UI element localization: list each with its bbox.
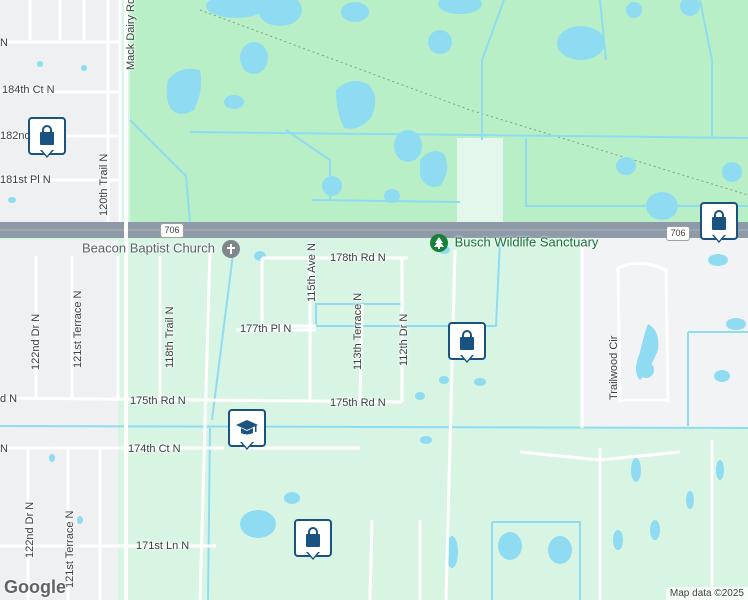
shopping-bag-icon — [712, 210, 726, 230]
road-label-177th-pl: 177th Pl N — [240, 323, 292, 335]
shopping-bag-icon — [40, 125, 54, 145]
clearing — [457, 138, 503, 222]
road-label-113th-terrace: 113th Terrace N — [352, 292, 364, 370]
highway-shield-706-west: 706 — [160, 223, 184, 238]
road-label-171st-ln: 171st Ln N — [136, 540, 190, 552]
road-label-178th-rd: 178th Rd N — [330, 252, 386, 264]
map-base-layer — [0, 0, 748, 600]
poi-beacon-baptist-church[interactable]: Beacon Baptist Church — [82, 240, 240, 258]
road-label-181st-pl: 181st Pl N — [0, 174, 51, 186]
road-label-175th-rd-east: 175th Rd N — [330, 397, 386, 409]
school-icon — [236, 420, 258, 435]
shopping-marker-2[interactable] — [700, 202, 738, 246]
tree-icon — [430, 234, 448, 252]
road-label-122nd-dr-south: 122nd Dr N — [24, 501, 36, 558]
road-label-174th-ct: 174th Ct N — [128, 443, 181, 455]
road-label-121st-terrace-north: 121st Terrace N — [72, 290, 84, 368]
school-marker[interactable] — [228, 409, 266, 453]
road-label-182nd: 182nd — [0, 130, 31, 142]
shopping-bag-icon — [306, 527, 320, 547]
road-label-120th-trail: 120th Trail N — [98, 153, 110, 216]
road-label-mack-dairy: Mack Dairy Rd — [125, 0, 137, 70]
shopping-marker-3[interactable] — [448, 322, 486, 366]
map-canvas[interactable]: 706 706 N 184th Ct N 182nd 181st Pl N 17… — [0, 0, 748, 600]
road-label-184th-ct: 184th Ct N — [2, 84, 55, 96]
shopping-marker-4[interactable] — [294, 519, 332, 563]
church-name-label: Beacon Baptist Church — [82, 240, 215, 256]
road-label-122nd-dr-north: 122nd Dr N — [30, 313, 42, 370]
road-label-175th-rd-west: 175th Rd N — [130, 395, 186, 407]
road-label-112th-dr: 112th Dr N — [398, 313, 410, 366]
road-label-115th-ave: 115th Ave N — [306, 243, 318, 302]
road-label-top-left: N — [0, 37, 8, 49]
road-label-174th-edge: N — [0, 443, 8, 455]
road-label-175th-edge: d N — [0, 393, 18, 405]
road-label-trailwood-cir: Trailwood Cir — [608, 335, 620, 400]
road-label-118th-trail: 118th Trail N — [164, 306, 176, 368]
church-icon — [221, 240, 240, 258]
map-attribution[interactable]: Map data ©2025 — [665, 587, 748, 600]
park-name-label: Busch Wildlife Sanctuary — [454, 234, 599, 250]
mack-dairy-rd-line — [124, 0, 128, 600]
poi-busch-wildlife-sanctuary[interactable]: Busch Wildlife Sanctuary — [430, 234, 598, 252]
shopping-bag-icon — [460, 330, 474, 350]
shopping-marker-1[interactable] — [28, 117, 66, 161]
google-logo[interactable]: Google — [4, 577, 66, 598]
highway-shield-706-east: 706 — [666, 226, 690, 241]
